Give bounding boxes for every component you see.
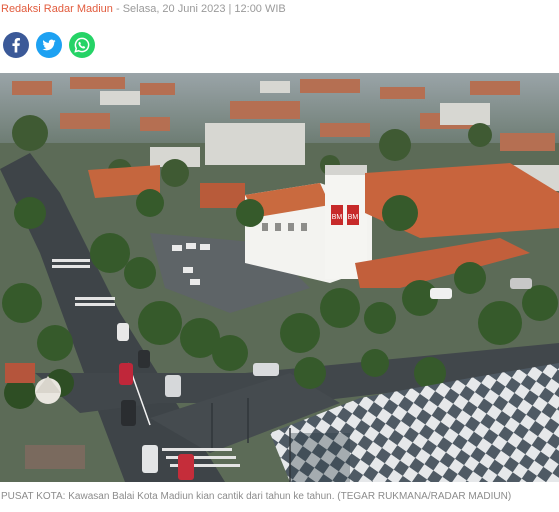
whatsapp-share-button[interactable]	[69, 32, 95, 58]
photo-caption: PUSAT KOTA: Kawasan Balai Kota Madiun ki…	[1, 491, 512, 502]
tower-sign-left: BM	[332, 214, 343, 221]
facebook-icon	[12, 38, 20, 53]
twitter-icon	[42, 39, 56, 51]
author-link[interactable]: Redaksi Radar Madiun	[1, 3, 113, 15]
share-bar	[3, 32, 95, 58]
article-photo: BM BM	[0, 73, 559, 482]
publish-date: Selasa, 20 Juni 2023 | 12:00 WIB	[122, 3, 286, 15]
byline-separator: -	[115, 3, 120, 15]
aerial-city-hall-photo: BM BM	[0, 73, 559, 482]
whatsapp-icon	[74, 37, 90, 53]
twitter-share-button[interactable]	[36, 32, 62, 58]
article-byline: Redaksi Radar Madiun - Selasa, 20 Juni 2…	[1, 3, 286, 16]
tower-sign-right: BM	[348, 214, 359, 221]
facebook-share-button[interactable]	[3, 32, 29, 58]
